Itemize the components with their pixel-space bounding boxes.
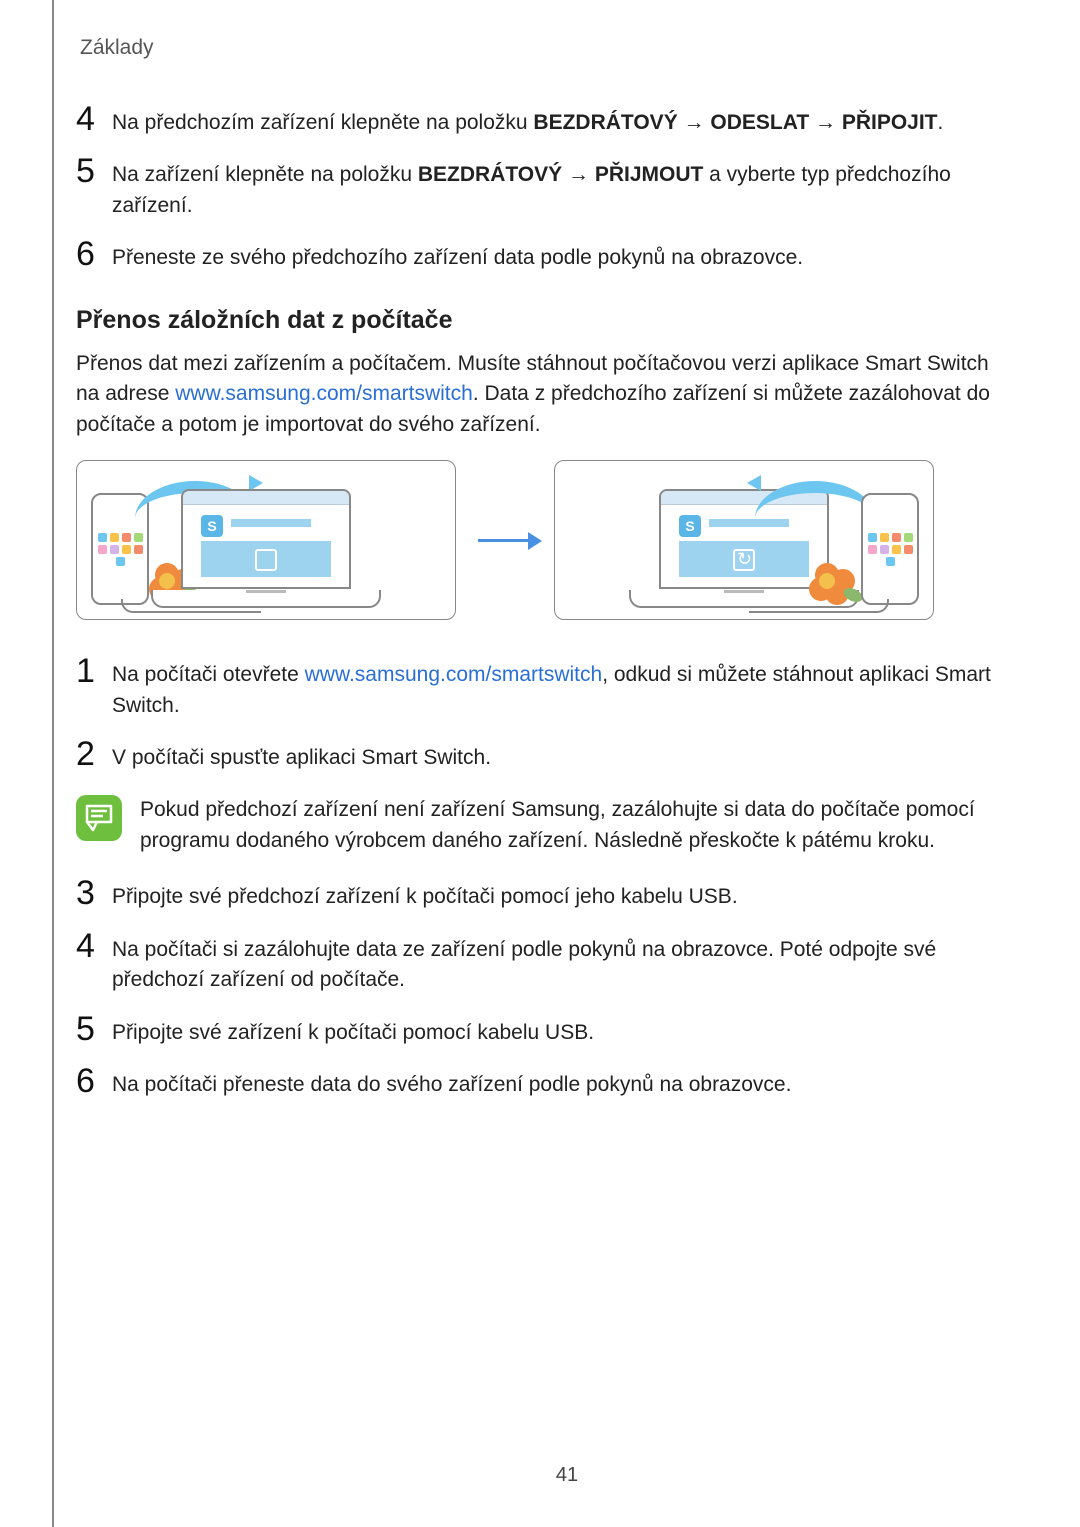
diagram-restore: S	[554, 460, 934, 620]
step-number: 4	[76, 102, 112, 136]
subsection-title: Přenos záložních dat z počítače	[76, 306, 1000, 335]
smartswitch-link[interactable]: www.samsung.com/smartswitch	[305, 663, 603, 686]
note-callout: Pokud předchozí zařízení není zařízení S…	[76, 795, 1000, 856]
step-number: 4	[76, 929, 112, 963]
usb-cable-icon	[749, 599, 889, 613]
pc-step-1: 1 Na počítači otevřete www.samsung.com/s…	[76, 660, 1000, 721]
smartphone-icon	[861, 493, 919, 605]
usb-cable-icon	[121, 599, 261, 613]
transfer-diagram: S S	[76, 460, 1000, 620]
diagram-backup: S	[76, 460, 456, 620]
step-text: Na počítači otevřete www.samsung.com/sma…	[112, 660, 1000, 721]
step-text: Na zařízení klepněte na položku BEZDRÁTO…	[112, 160, 1000, 221]
step-text: Na počítači přeneste data do svého zaříz…	[112, 1070, 791, 1100]
intro-paragraph: Přenos dat mezi zařízením a počítačem. M…	[76, 349, 1000, 440]
pc-step-4: 4 Na počítači si zazálohujte data ze zař…	[76, 935, 1000, 996]
step-5: 5 Na zařízení klepněte na položku BEZDRÁ…	[76, 160, 1000, 221]
note-icon	[76, 795, 122, 841]
step-number: 5	[76, 1012, 112, 1046]
step-text: Na předchozím zařízení klepněte na polož…	[112, 108, 943, 138]
page-number: 41	[54, 1464, 1080, 1487]
pc-step-6: 6 Na počítači přeneste data do svého zař…	[76, 1070, 1000, 1100]
step-number: 2	[76, 737, 112, 771]
step-text: Připojte své zařízení k počítači pomocí …	[112, 1018, 594, 1048]
step-4: 4 Na předchozím zařízení klepněte na pol…	[76, 108, 1000, 138]
arrow-right-icon	[470, 539, 540, 542]
step-text: Přeneste ze svého předchozího zařízení d…	[112, 243, 803, 273]
step-number: 6	[76, 1064, 112, 1098]
section-header: Základy	[54, 36, 1000, 60]
step-number: 3	[76, 876, 112, 910]
pc-step-5: 5 Připojte své zařízení k počítači pomoc…	[76, 1018, 1000, 1048]
step-number: 6	[76, 237, 112, 271]
step-text: Na počítači si zazálohujte data ze zaříz…	[112, 935, 1000, 996]
step-text: V počítači spusťte aplikaci Smart Switch…	[112, 743, 491, 773]
step-text: Připojte své předchozí zařízení k počíta…	[112, 882, 738, 912]
pc-step-2: 2 V počítači spusťte aplikaci Smart Swit…	[76, 743, 1000, 773]
note-text: Pokud předchozí zařízení není zařízení S…	[140, 795, 1000, 856]
step-6: 6 Přeneste ze svého předchozího zařízení…	[76, 243, 1000, 273]
step-number: 1	[76, 654, 112, 688]
step-number: 5	[76, 154, 112, 188]
smartswitch-link[interactable]: www.samsung.com/smartswitch	[175, 382, 473, 405]
pc-step-3: 3 Připojte své předchozí zařízení k počí…	[76, 882, 1000, 912]
